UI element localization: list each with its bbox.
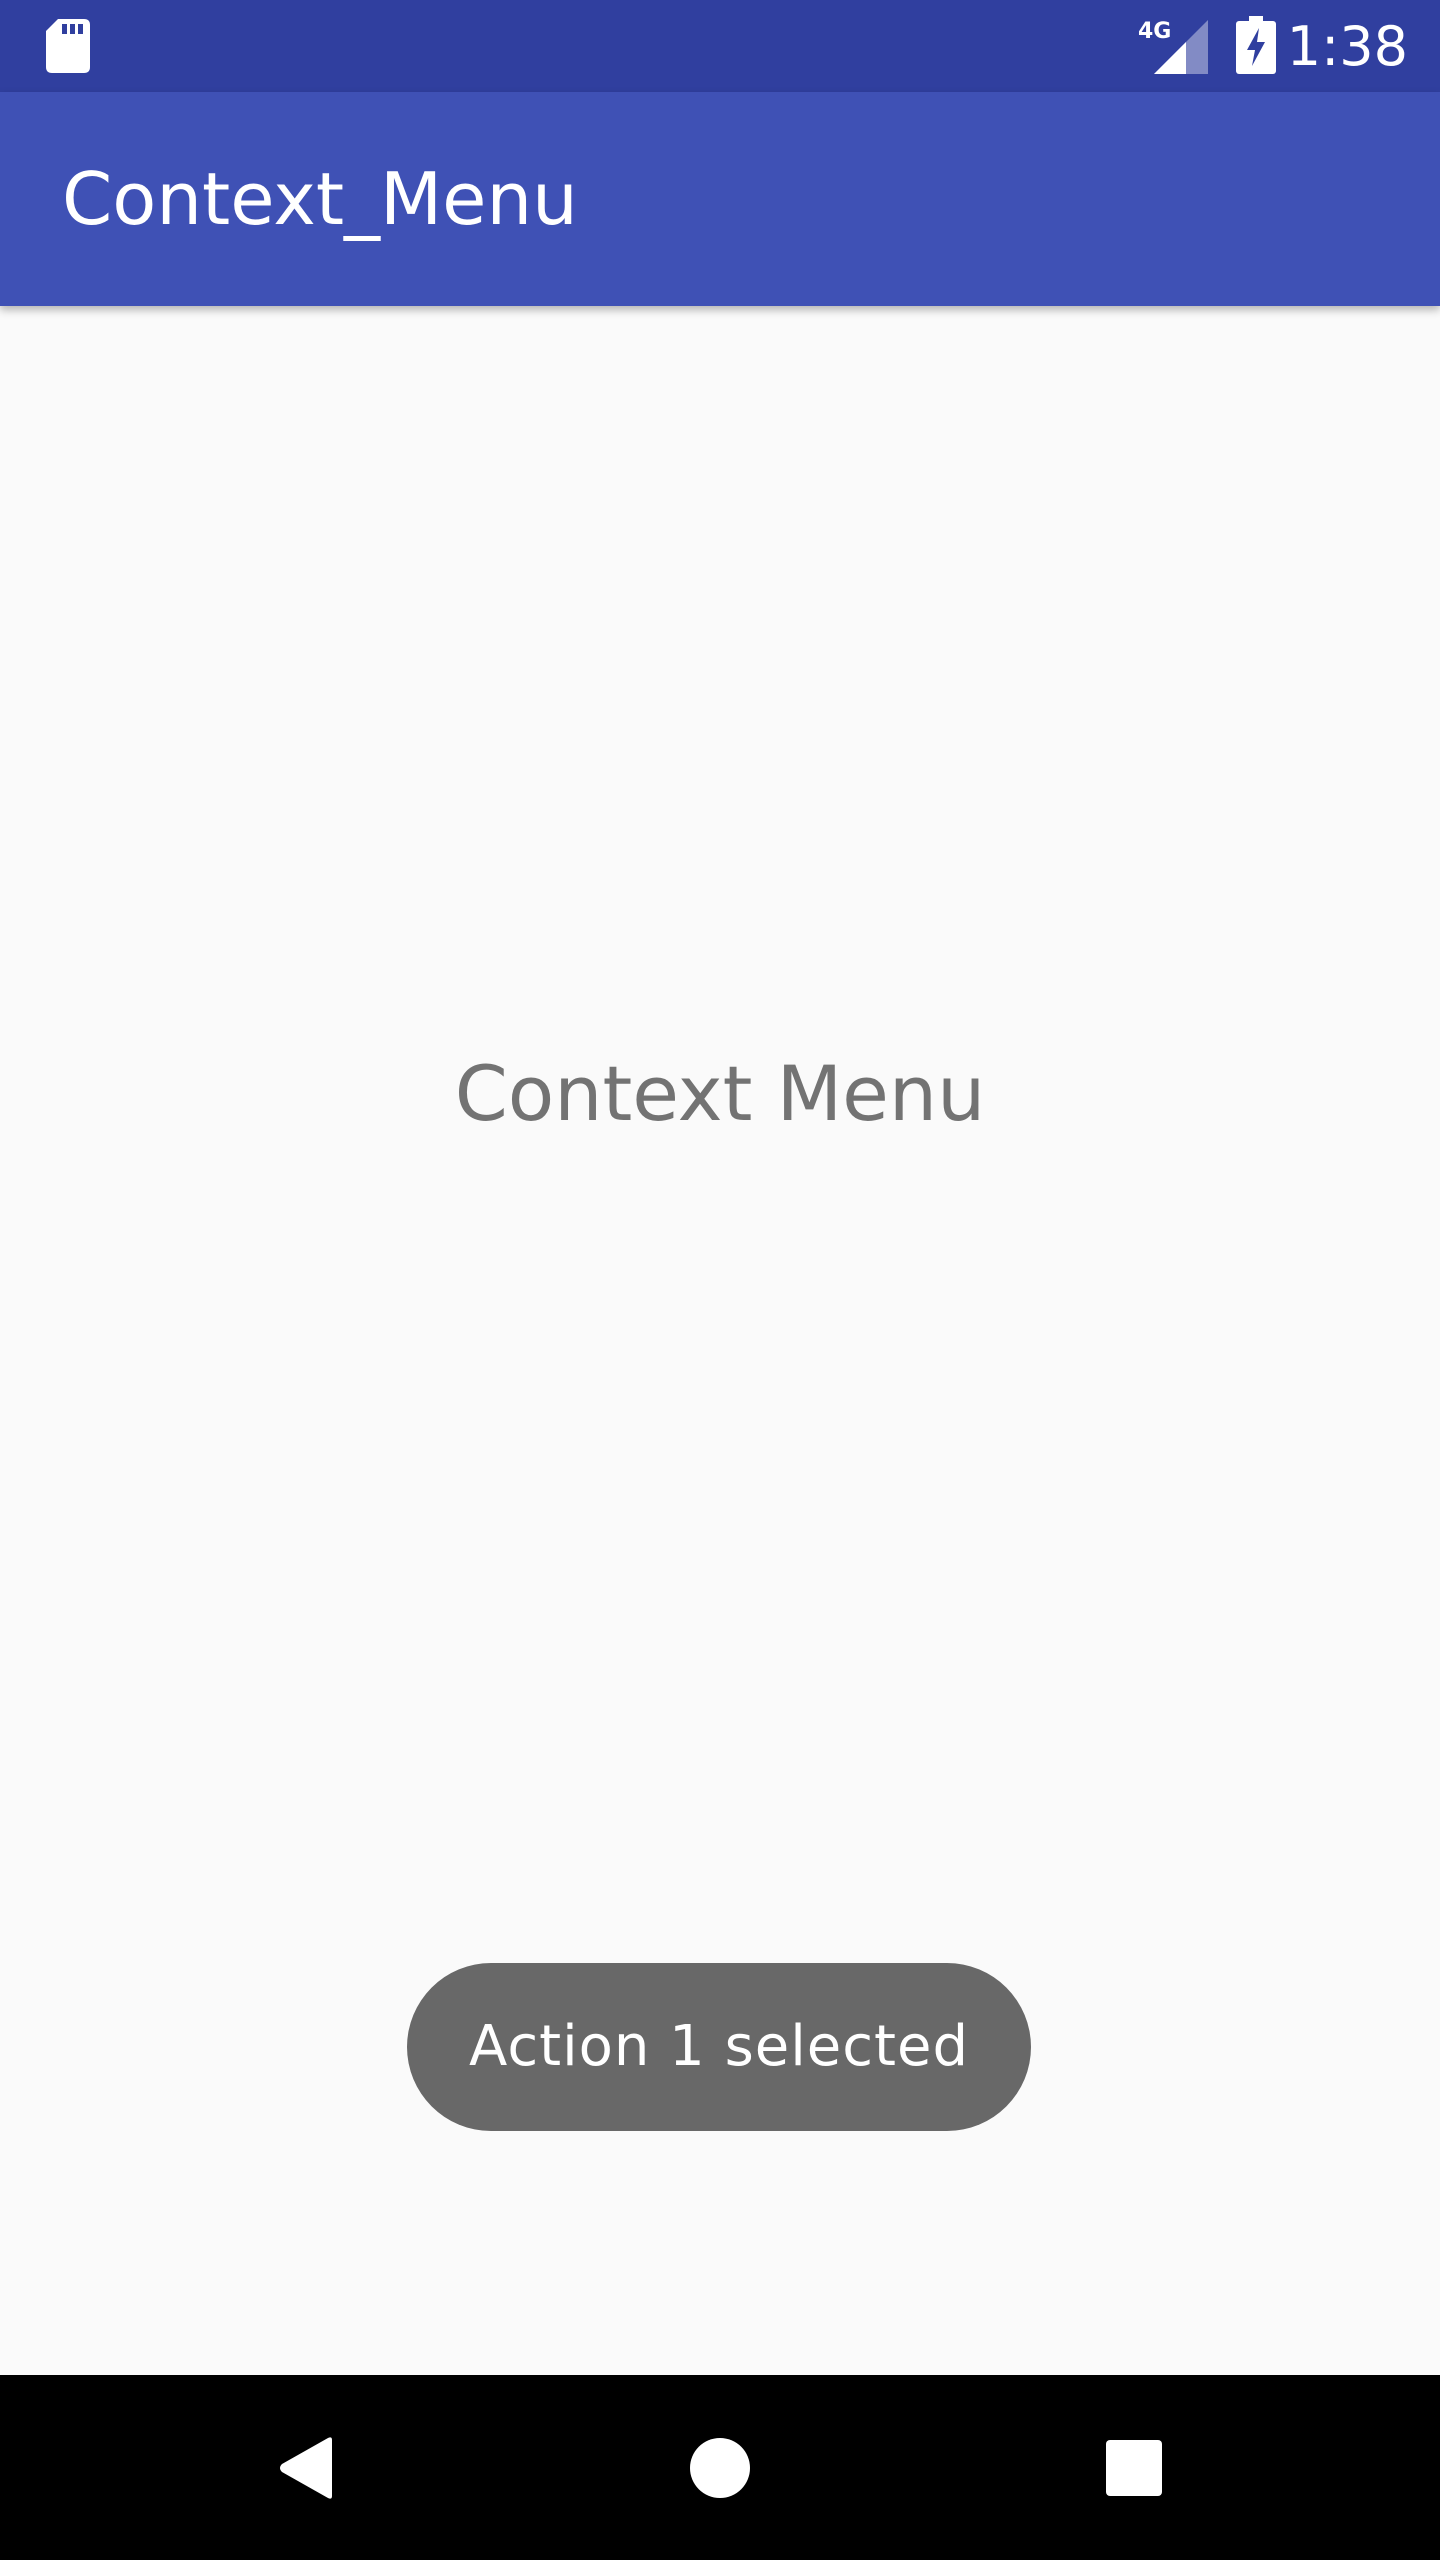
sd-card-icon — [46, 19, 90, 73]
app-title: Context_Menu — [62, 157, 578, 241]
toast-message: Action 1 selected — [407, 1963, 1031, 2131]
back-icon — [280, 2436, 332, 2499]
network-type-label: 4G — [1138, 19, 1171, 44]
home-icon — [690, 2437, 750, 2498]
app-bar: Context_Menu — [0, 92, 1440, 306]
context-menu-text[interactable]: Context Menu — [0, 1034, 1440, 1154]
recents-icon — [1106, 2439, 1162, 2496]
status-bar: 4G 1:38 — [0, 0, 1440, 92]
home-button[interactable] — [620, 2375, 820, 2560]
status-time: 1:38 — [1286, 15, 1408, 78]
navigation-bar — [0, 2375, 1440, 2560]
recents-button[interactable] — [1034, 2375, 1234, 2560]
cellular-signal-icon: 4G — [1138, 19, 1208, 74]
battery-charging-icon — [1236, 16, 1276, 74]
back-button[interactable] — [206, 2375, 406, 2560]
